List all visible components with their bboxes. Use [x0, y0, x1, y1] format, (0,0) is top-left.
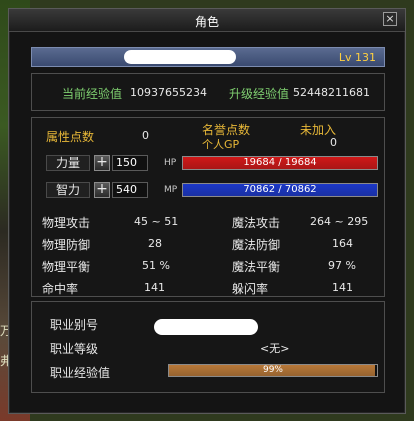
- magic-attack-value: 264 ~ 295: [310, 215, 369, 228]
- phys-defense-value: 28: [148, 237, 162, 250]
- mp-bar: 70862 / 70862: [182, 183, 378, 197]
- intellect-value: 540: [112, 182, 148, 198]
- job-alias-label: 职业别号: [50, 318, 99, 332]
- strength-label: 力量: [46, 155, 90, 171]
- job-level-label: 职业等级: [50, 342, 99, 356]
- phys-attack-label: 物理攻击: [42, 216, 91, 230]
- personal-gp-label: 个人GP: [202, 138, 240, 151]
- hp-bar-text: 19684 / 19684: [243, 157, 317, 168]
- hp-label: HP: [164, 158, 177, 168]
- magic-balance-value: 97 %: [328, 259, 356, 272]
- title-bar[interactable]: 角色 ×: [9, 9, 405, 32]
- magic-attack-label: 魔法攻击: [232, 216, 281, 230]
- character-name-bar: Lv 131: [31, 47, 385, 67]
- dodge-rate-value: 141: [332, 281, 353, 294]
- character-window: 角色 × Lv 131 当前经验值 10937655234 升级经验值 5244…: [8, 8, 406, 414]
- current-exp-value: 10937655234: [130, 86, 207, 99]
- dodge-rate-label: 躲闪率: [232, 282, 269, 296]
- job-exp-bar-text: 99%: [262, 365, 283, 375]
- strength-value: 150: [112, 155, 148, 171]
- phys-balance-label: 物理平衡: [42, 260, 91, 274]
- hit-rate-label: 命中率: [42, 282, 79, 296]
- stats-panel: 属性点数 0 名誉点数 未加入 个人GP 0 力量 + 150 HP 19684…: [31, 117, 385, 297]
- character-name-redacted: [124, 50, 236, 64]
- intellect-plus-button[interactable]: +: [94, 182, 110, 198]
- job-panel: 职业别号 职业等级 <无> 职业经验值 99%: [31, 301, 385, 393]
- job-exp-bar: 99%: [168, 364, 378, 377]
- phys-attack-value: 45 ~ 51: [134, 215, 179, 228]
- magic-defense-label: 魔法防御: [232, 238, 281, 252]
- mp-bar-text: 70862 / 70862: [243, 184, 317, 195]
- phys-balance-value: 51 %: [142, 259, 170, 272]
- hp-bar: 19684 / 19684: [182, 156, 378, 170]
- window-title: 角色: [194, 15, 219, 29]
- job-level-value: <无>: [260, 342, 290, 355]
- current-exp-label: 当前经验值: [62, 87, 123, 101]
- upgrade-exp-value: 52448211681: [293, 86, 370, 99]
- hit-rate-value: 141: [144, 281, 165, 294]
- attribute-points-label: 属性点数: [46, 130, 95, 144]
- experience-panel: 当前经验值 10937655234 升级经验值 52448211681: [31, 73, 385, 111]
- close-icon[interactable]: ×: [383, 12, 397, 26]
- job-alias-redacted: [154, 319, 258, 335]
- strength-plus-button[interactable]: +: [94, 155, 110, 171]
- magic-defense-value: 164: [332, 237, 353, 250]
- attribute-points-value: 0: [142, 129, 149, 142]
- upgrade-exp-label: 升级经验值: [229, 87, 290, 101]
- mp-label: MP: [164, 185, 178, 195]
- phys-defense-label: 物理防御: [42, 238, 91, 252]
- magic-balance-label: 魔法平衡: [232, 260, 281, 274]
- job-exp-label: 职业经验值: [50, 366, 111, 380]
- character-level: Lv 131: [338, 51, 376, 64]
- personal-gp-value: 0: [330, 136, 337, 149]
- intellect-label: 智力: [46, 182, 90, 198]
